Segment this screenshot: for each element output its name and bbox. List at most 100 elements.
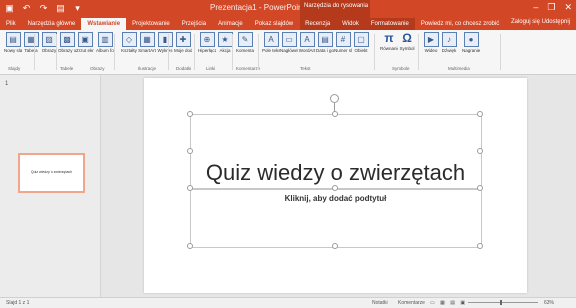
ribbon-icon-11: ★ bbox=[217, 32, 233, 47]
ribbon-separator bbox=[232, 34, 233, 70]
tab-9[interactable]: Formatowanie bbox=[364, 18, 415, 30]
ribbon-button-label: Obrazy online bbox=[58, 48, 76, 53]
ribbon-icon-12: ✎ bbox=[237, 32, 253, 47]
ribbon-icon-5: ▥ bbox=[97, 32, 113, 47]
ribbon-separator bbox=[194, 34, 195, 70]
ribbon-button-3[interactable]: ▩Obrazy online bbox=[58, 32, 76, 53]
ribbon-button-19[interactable]: πRównanie bbox=[380, 32, 398, 52]
ribbon-separator bbox=[114, 34, 115, 70]
ribbon-button-label: Komentarz bbox=[236, 48, 254, 53]
ribbon-button-15[interactable]: A WordArt bbox=[298, 32, 316, 53]
ribbon-icon-20: Ω bbox=[402, 31, 412, 45]
status-bar: Slajd 1 z 1 Notatki Komentarze ▭ ▦ ▤ ▣ 6… bbox=[0, 297, 576, 308]
ribbon-group-label: Dodatki bbox=[176, 66, 192, 71]
ribbon-button-23[interactable]: ●Nagranie ekranu bbox=[462, 32, 480, 53]
ribbon-icon-18: ▢ bbox=[353, 32, 369, 47]
ribbon-button-label: Numer slajdu bbox=[334, 48, 352, 53]
ribbon-button-16[interactable]: ▤Data i godzina bbox=[316, 32, 334, 53]
account-share[interactable]: Zaloguj się Udostępnij bbox=[511, 19, 570, 25]
context-tab-label: Narzędzia do rysowania bbox=[304, 3, 369, 9]
ribbon-icon-14: ▭ bbox=[281, 32, 297, 47]
save-icon[interactable]: ▣ bbox=[4, 3, 15, 13]
redo-icon[interactable]: ↷ bbox=[38, 3, 49, 13]
tab-8[interactable]: Widok bbox=[336, 18, 365, 30]
close-icon[interactable]: ✕ bbox=[564, 2, 572, 13]
ribbon-button-label: Kształty bbox=[121, 48, 137, 53]
ribbon-button-17[interactable]: #Numer slajdu bbox=[334, 32, 352, 53]
ribbon-button-12[interactable]: ✎Komentarz bbox=[236, 32, 254, 53]
ribbon-button-4[interactable]: ▣Zrzut ekranu bbox=[76, 32, 94, 53]
zoom-level[interactable]: 63% bbox=[544, 300, 554, 306]
restore-icon[interactable]: ❐ bbox=[547, 2, 555, 13]
resize-handle[interactable] bbox=[187, 111, 193, 117]
ribbon-button-10[interactable]: ⊕Hiperłącze bbox=[198, 32, 216, 53]
ribbon-button-label: Data i godzina bbox=[316, 48, 334, 53]
ribbon-button-label: Tabela bbox=[24, 48, 38, 53]
minimize-icon[interactable]: – bbox=[533, 2, 538, 13]
ribbon-group-label: Komentarze bbox=[236, 66, 261, 71]
resize-handle[interactable] bbox=[477, 111, 483, 117]
ribbon-separator bbox=[374, 34, 375, 70]
ribbon-button-20[interactable]: Ω Symbol bbox=[398, 31, 416, 52]
ribbon-separator bbox=[418, 34, 419, 70]
slide[interactable]: Quiz wiedzy o zwierzętach Kliknij, aby d… bbox=[144, 78, 527, 293]
tab-6[interactable]: Pokaz slajdów bbox=[249, 18, 299, 30]
ribbon-button-label: WordArt bbox=[298, 48, 316, 53]
view-buttons[interactable]: ▭ ▦ ▤ ▣ bbox=[430, 300, 467, 306]
notes-button[interactable]: Notatki bbox=[372, 300, 388, 306]
ribbon-button-label: Pole tekstowe bbox=[262, 48, 280, 53]
resize-handle[interactable] bbox=[332, 111, 338, 117]
ribbon-button-0[interactable]: ▤Nowy slajd bbox=[4, 32, 22, 53]
ribbon-icon-3: ▩ bbox=[59, 32, 75, 47]
ribbon-button-label: Wideo bbox=[424, 48, 438, 53]
ribbon-button-8[interactable]: ▮ Wykres bbox=[156, 32, 174, 53]
ribbon-button-9[interactable]: ✚Moje dodatki bbox=[174, 32, 192, 53]
resize-handle[interactable] bbox=[477, 148, 483, 154]
ribbon-button-1[interactable]: ▦ Tabela bbox=[22, 32, 40, 53]
ribbon-button-14[interactable]: ▭Nagłówek i stopka bbox=[280, 32, 298, 53]
comments-button[interactable]: Komentarze bbox=[398, 300, 425, 306]
tab-3[interactable]: Projektowanie bbox=[126, 18, 176, 30]
ribbon-separator bbox=[34, 34, 35, 70]
ribbon-button-18[interactable]: ▢ Obiekt bbox=[352, 32, 370, 53]
ribbon-separator bbox=[56, 34, 57, 70]
resize-handle[interactable] bbox=[187, 148, 193, 154]
ribbon-button-6[interactable]: ◇ Kształty bbox=[120, 32, 138, 53]
slide-subtitle[interactable]: Kliknij, aby dodać podtytuł bbox=[144, 194, 527, 203]
ribbon-icon-22: ♪ bbox=[441, 32, 457, 47]
ribbon-button-13[interactable]: APole tekstowe bbox=[262, 32, 280, 53]
zoom-slider-thumb[interactable] bbox=[500, 300, 502, 305]
tab-4[interactable]: Przejścia bbox=[176, 18, 212, 30]
ribbon-button-7[interactable]: ▦ SmartArt bbox=[138, 32, 156, 53]
ribbon-button-label: Album fotograficzny bbox=[96, 48, 114, 53]
ribbon-button-label: Nagłówek i stopka bbox=[280, 48, 298, 53]
ribbon-group-label: Ilustracje bbox=[138, 66, 157, 71]
slide-thumbnail[interactable]: Quiz wiedzy o zwierzętach bbox=[18, 153, 85, 193]
ribbon-icon-7: ▦ bbox=[139, 32, 155, 47]
zoom-slider[interactable] bbox=[468, 302, 538, 303]
ribbon-button-21[interactable]: ▶ Wideo bbox=[422, 32, 440, 53]
tab-5[interactable]: Animacje bbox=[212, 18, 249, 30]
ribbon-button-label: Wykres bbox=[157, 48, 173, 53]
tab-1[interactable]: Narzędzia główne bbox=[22, 18, 82, 30]
ribbon-icon-0: ▤ bbox=[5, 32, 21, 47]
tab-10[interactable]: Powiedz mi, co chcesz zrobić bbox=[415, 18, 505, 30]
ribbon-button-5[interactable]: ▥Album fotograficzny bbox=[96, 32, 114, 53]
ribbon-group-label: Linki bbox=[206, 66, 216, 71]
resize-handle[interactable] bbox=[187, 243, 193, 249]
ribbon-icon-21: ▶ bbox=[423, 32, 439, 47]
slide-title[interactable]: Quiz wiedzy o zwierzętach bbox=[144, 160, 527, 186]
rotate-handle[interactable] bbox=[330, 94, 339, 103]
tab-2[interactable]: Wstawianie bbox=[81, 18, 127, 30]
customize-qat-icon[interactable]: ▾ bbox=[72, 3, 83, 13]
ribbon-icon-2: ▨ bbox=[41, 32, 57, 47]
ribbon-button-22[interactable]: ♪ Dźwięk bbox=[440, 32, 458, 53]
document-title: Prezentacja1 - PowerPoint bbox=[210, 3, 305, 12]
ribbon-group-label: Symbole bbox=[392, 66, 410, 71]
undo-icon[interactable]: ↶ bbox=[21, 3, 32, 13]
resize-handle[interactable] bbox=[477, 243, 483, 249]
tab-0[interactable]: Plik bbox=[0, 18, 22, 30]
start-slideshow-icon[interactable]: ▤ bbox=[55, 3, 66, 13]
resize-handle[interactable] bbox=[332, 243, 338, 249]
tab-7[interactable]: Recenzja bbox=[299, 18, 336, 30]
